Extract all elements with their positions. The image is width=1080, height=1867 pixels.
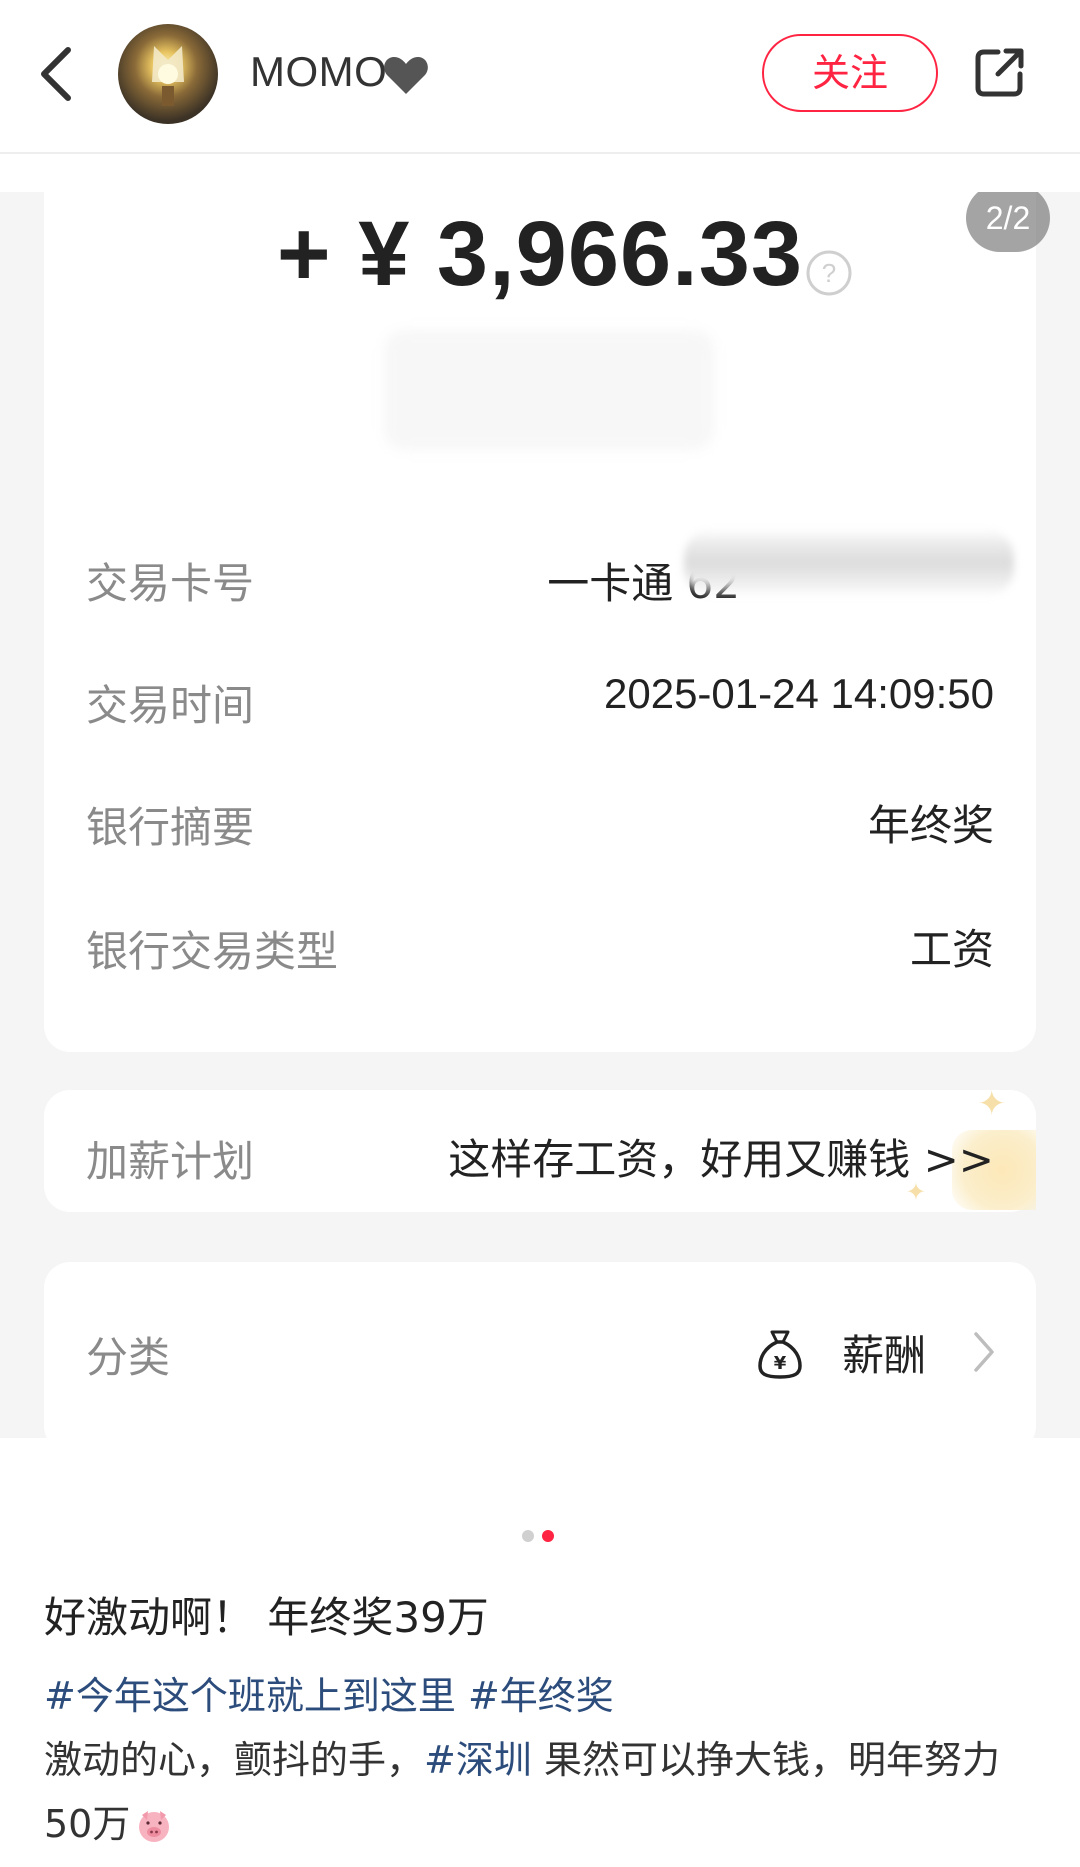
- top-bar: MOMO 关注: [0, 0, 1080, 154]
- follow-button[interactable]: 关注: [762, 34, 938, 112]
- plan-label: 加薪计划: [86, 1137, 255, 1186]
- category-card: 分类 ¥ 薪酬: [44, 1262, 1036, 1438]
- row-label-time: 交易时间: [86, 681, 255, 730]
- post-title: 好激动啊！ 年终奖39万: [44, 1593, 489, 1642]
- redaction-scribble: [684, 528, 1014, 598]
- chevron-right-icon: [974, 1332, 994, 1372]
- sparkle-icon: ✦: [977, 1084, 1007, 1124]
- post-body: #今年这个班就上到这里 #年终奖 激动的心，颤抖的手，#深圳 果然可以挣大钱，明…: [44, 1664, 1044, 1856]
- back-icon[interactable]: [36, 44, 80, 104]
- amount: + ¥ 3,966.33: [276, 203, 804, 305]
- hashtag-link[interactable]: #年终奖: [468, 1674, 614, 1718]
- row-label-type: 银行交易类型: [86, 927, 339, 976]
- category-label: 分类: [86, 1333, 171, 1382]
- post-body-text: 激动的心，颤抖的手，: [44, 1738, 425, 1782]
- heart-icon: [384, 57, 428, 94]
- row-value-type: 工资: [909, 925, 994, 974]
- salary-plan-card: ✦ ✦ 加薪计划 这样存工资，好用又赚钱 >>: [44, 1084, 1036, 1212]
- hashtag-link[interactable]: #今年这个班就上到这里: [44, 1674, 456, 1718]
- row-label-card-number: 交易卡号: [86, 559, 255, 608]
- row-value-time: 2025-01-24 14:09:50: [604, 670, 994, 717]
- money-bag-icon: ¥: [758, 1330, 802, 1379]
- svg-text:?: ?: [822, 258, 836, 288]
- row-value-summary: 年终奖: [867, 801, 994, 850]
- plan-link: 这样存工资，好用又赚钱 >>: [448, 1135, 994, 1184]
- transaction-card: + ¥ 3,966.33 ? 交易卡号 一卡通 62 交易时间 2025-01-…: [44, 192, 1036, 1052]
- pig-emoji-icon: [139, 1811, 170, 1842]
- share-icon[interactable]: [972, 46, 1026, 100]
- carousel-indicator: [520, 1530, 560, 1544]
- carousel-dot-active: [542, 1530, 554, 1542]
- username[interactable]: MOMO: [250, 48, 387, 96]
- carousel-dot: [522, 1530, 534, 1542]
- post-image[interactable]: + ¥ 3,966.33 ? 交易卡号 一卡通 62 交易时间 2025-01-…: [0, 192, 1080, 1438]
- avatar[interactable]: [118, 24, 218, 124]
- page-indicator-badge: 2/2: [966, 192, 1050, 252]
- category-value: 薪酬: [841, 1331, 926, 1380]
- row-label-summary: 银行摘要: [86, 803, 255, 852]
- hashtag-link[interactable]: #深圳: [424, 1738, 532, 1782]
- help-icon[interactable]: ?: [804, 248, 854, 298]
- blurred-area: [384, 330, 714, 450]
- avatar-lamp-icon: [152, 46, 184, 106]
- svg-text:¥: ¥: [774, 1353, 787, 1374]
